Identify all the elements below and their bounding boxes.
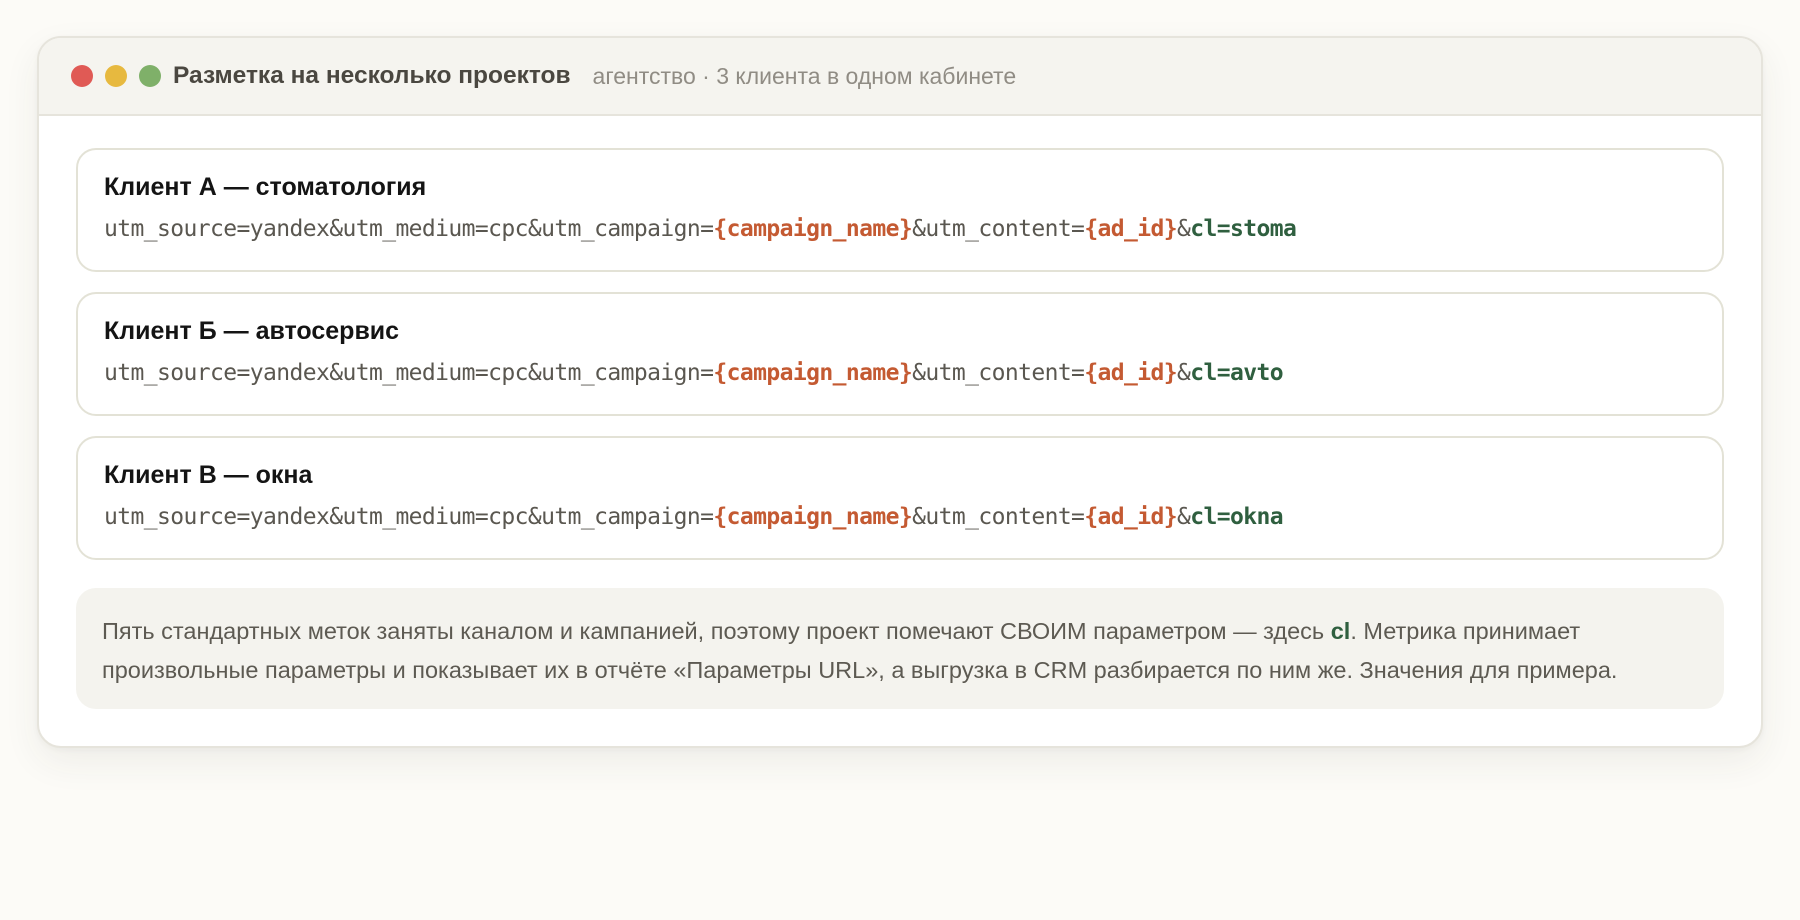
ampersand: & xyxy=(1177,504,1191,530)
note-highlight-param: cl xyxy=(1330,618,1351,644)
campaign-placeholder: {campaign_name} xyxy=(713,360,913,386)
ampersand: & xyxy=(1177,360,1191,386)
zoom-window-button[interactable] xyxy=(139,65,161,87)
client-title: Клиент Б — автосервис xyxy=(104,317,400,345)
client-card-v: Клиент В — окна utm_source=yandex&utm_me… xyxy=(76,436,1724,560)
ad-id-placeholder: {ad_id} xyxy=(1084,504,1178,530)
window: Разметка на несколько проектов агентство… xyxy=(37,36,1763,748)
utm-prefix: utm_source=yandex&utm_medium=cpc&utm_cam… xyxy=(104,504,714,530)
client-title: Клиент А — стоматология xyxy=(104,173,427,201)
utm-content-key: &utm_content= xyxy=(912,504,1085,530)
titlebar: Разметка на несколько проектов агентство… xyxy=(39,38,1761,116)
campaign-placeholder: {campaign_name} xyxy=(713,504,913,530)
cl-param: cl=avto xyxy=(1190,360,1284,386)
ad-id-placeholder: {ad_id} xyxy=(1084,216,1178,242)
client-title: Клиент В — окна xyxy=(104,461,313,489)
cl-param: cl=okna xyxy=(1190,504,1284,530)
main-content: Клиент А — стоматология utm_source=yande… xyxy=(39,116,1761,709)
ampersand: & xyxy=(1177,216,1191,242)
note-text-before: Пять стандартных меток заняты каналом и … xyxy=(102,618,1331,644)
client-card-b: Клиент Б — автосервис utm_source=yandex&… xyxy=(76,292,1724,416)
minimize-window-button[interactable] xyxy=(105,65,127,87)
window-subtitle: агентство · 3 клиента в одном кабинете xyxy=(592,62,1017,89)
client-card-a: Клиент А — стоматология utm_source=yande… xyxy=(76,148,1724,272)
explanation-note: Пять стандартных меток заняты каналом и … xyxy=(76,588,1724,709)
utm-string[interactable]: utm_source=yandex&utm_medium=cpc&utm_cam… xyxy=(104,214,1696,244)
utm-prefix: utm_source=yandex&utm_medium=cpc&utm_cam… xyxy=(104,216,714,242)
utm-string[interactable]: utm_source=yandex&utm_medium=cpc&utm_cam… xyxy=(104,502,1696,532)
utm-prefix: utm_source=yandex&utm_medium=cpc&utm_cam… xyxy=(104,360,714,386)
close-window-button[interactable] xyxy=(71,65,93,87)
utm-content-key: &utm_content= xyxy=(912,360,1085,386)
campaign-placeholder: {campaign_name} xyxy=(713,216,913,242)
ad-id-placeholder: {ad_id} xyxy=(1084,360,1178,386)
utm-content-key: &utm_content= xyxy=(912,216,1085,242)
cl-param: cl=stoma xyxy=(1190,216,1297,242)
window-title: Разметка на несколько проектов xyxy=(173,62,571,89)
utm-string[interactable]: utm_source=yandex&utm_medium=cpc&utm_cam… xyxy=(104,358,1696,388)
